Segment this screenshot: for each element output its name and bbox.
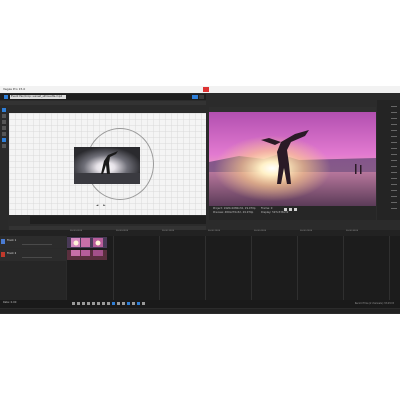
snap-grid-icon[interactable] xyxy=(2,120,6,124)
pause-icon[interactable] xyxy=(91,302,95,305)
title-bar: Vegas Pro 15.0 xyxy=(0,86,400,93)
timecode-label: 00:00:20;00 xyxy=(254,230,267,232)
pan-crop-tab[interactable] xyxy=(192,95,198,99)
pan-crop-tab-2[interactable] xyxy=(199,95,204,99)
normal-edit-tool-icon[interactable] xyxy=(111,302,115,305)
preview-transport xyxy=(284,208,298,212)
pause-button-icon[interactable] xyxy=(288,208,292,211)
meter-mark xyxy=(391,148,397,149)
meter-mark xyxy=(391,190,397,191)
pan-crop-tool-strip xyxy=(0,106,8,230)
preview-project-info: Project: 1920x1080x32, 29.970p xyxy=(213,207,256,210)
status-bar: Rate: 0.00 Record Time (2 channels): 33:… xyxy=(0,300,400,308)
timecode-label: 00:00:25;00 xyxy=(300,230,313,232)
track-name: Track 2 xyxy=(7,252,17,255)
rate-label: Rate: 0.00 xyxy=(3,301,17,304)
video-clip[interactable] xyxy=(67,237,107,248)
meter-mark xyxy=(391,106,397,107)
auto-crossfade-icon[interactable] xyxy=(131,302,135,305)
timecode-label: 00:00:10;00 xyxy=(162,230,175,232)
record-time-info: Record Time (2 channels): 33:43:15 xyxy=(354,302,394,305)
meter-mark xyxy=(391,208,397,209)
meter-mark xyxy=(391,154,397,155)
video-track-icon xyxy=(1,239,5,244)
scale-about-center-icon[interactable] xyxy=(2,132,6,136)
lock-aspect-icon[interactable] xyxy=(2,126,6,130)
snapping-icon[interactable] xyxy=(126,302,130,305)
meter-mark xyxy=(391,118,397,119)
meter-mark xyxy=(391,196,397,197)
ripple-edit-icon[interactable] xyxy=(136,302,140,305)
pan-crop-app-icon xyxy=(4,95,8,99)
video-preview xyxy=(209,112,376,206)
envelope-tool-icon[interactable] xyxy=(116,302,120,305)
play-button-icon[interactable] xyxy=(284,208,287,211)
meter-mark xyxy=(391,178,397,179)
preview-frame-info: Frame: 0 xyxy=(261,207,273,210)
reset-icon[interactable] xyxy=(2,144,6,148)
loop-button-icon[interactable] xyxy=(76,302,80,305)
pan-crop-subbar xyxy=(0,101,206,105)
play-icon[interactable] xyxy=(86,302,90,305)
track-volume-slider[interactable] xyxy=(22,257,52,258)
window-title: Vegas Pro 15.0 xyxy=(3,87,26,91)
timeline-area[interactable] xyxy=(67,236,400,300)
stop-button-icon[interactable] xyxy=(293,208,297,211)
timecode-label: 00:00:00;00 xyxy=(70,230,83,232)
meter-mark xyxy=(391,136,397,137)
meter-mark xyxy=(391,160,397,161)
record-button-icon[interactable] xyxy=(72,302,75,305)
audio-meter-panel xyxy=(377,100,400,220)
track-header-video[interactable]: Track 1 xyxy=(0,236,66,248)
meter-mark xyxy=(391,172,397,173)
timecode-label: 00:00:30;00 xyxy=(346,230,359,232)
close-button[interactable] xyxy=(203,87,209,92)
meter-mark xyxy=(391,184,397,185)
preview-resolution-info: Preview: 480x270x32, 29.970p xyxy=(213,211,254,214)
stop-icon[interactable] xyxy=(96,302,100,305)
normal-edit-tool-icon[interactable] xyxy=(2,108,6,112)
audio-clip[interactable] xyxy=(67,250,107,260)
move-freely-icon[interactable] xyxy=(2,138,6,142)
meter-mark xyxy=(391,166,397,167)
meter-mark xyxy=(391,124,397,125)
audio-track-icon xyxy=(1,252,5,257)
prev-frame-icon[interactable] xyxy=(101,302,105,305)
bottom-strip xyxy=(0,309,400,313)
pan-crop-title: Event Pan/Crop: sunset_silhouette.mp4 xyxy=(10,95,66,99)
crop-frame-thumbnail[interactable] xyxy=(74,147,140,184)
keyframe-ruler[interactable] xyxy=(30,216,206,224)
track-name: Track 1 xyxy=(7,239,17,242)
selection-tool-icon[interactable] xyxy=(121,302,125,305)
zoom-tool-icon[interactable] xyxy=(2,114,6,118)
meter-mark xyxy=(391,130,397,131)
play-from-start-icon[interactable] xyxy=(81,302,85,305)
lock-envelopes-icon[interactable] xyxy=(141,302,145,305)
track-header-audio[interactable]: Track 2 xyxy=(0,249,66,261)
meter-mark xyxy=(391,112,397,113)
next-keyframe-button[interactable]: ► xyxy=(103,203,105,207)
timecode-label: 00:00:05;00 xyxy=(116,230,129,232)
meter-mark xyxy=(391,142,397,143)
track-list-empty-area xyxy=(0,261,66,300)
timecode-label: 00:00:15;00 xyxy=(208,230,221,232)
pan-crop-nav: ◄ ► xyxy=(96,203,106,207)
track-level-slider[interactable] xyxy=(22,244,52,245)
timeline-transport xyxy=(72,302,146,306)
prev-keyframe-button[interactable]: ◄ xyxy=(96,203,98,207)
next-frame-icon[interactable] xyxy=(106,302,110,305)
meter-mark xyxy=(391,202,397,203)
